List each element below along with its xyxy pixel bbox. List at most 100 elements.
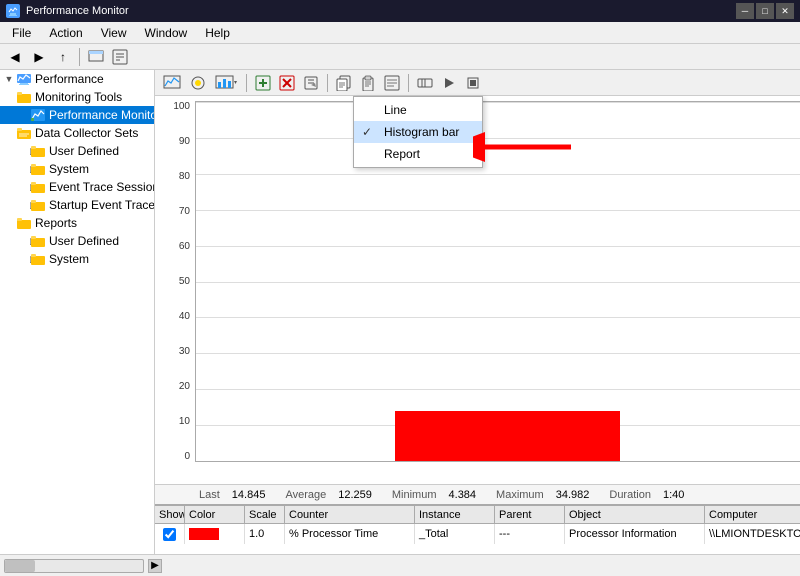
- toolbar-back[interactable]: ◀: [4, 46, 26, 68]
- row-computer: \\LMIONTDESKTOP: [705, 524, 800, 544]
- sidebar-label-monitoring: Monitoring Tools: [35, 90, 122, 104]
- chart-type-button[interactable]: [211, 72, 241, 94]
- menu-help[interactable]: Help: [197, 23, 238, 43]
- header-parent: Parent: [495, 506, 565, 523]
- toolbar-forward[interactable]: ▶: [28, 46, 50, 68]
- dropdown-report[interactable]: Report: [354, 143, 482, 165]
- expand-icon4: ▼: [2, 128, 16, 138]
- y-label-20: 20: [155, 381, 190, 392]
- avg-value: 12.259: [338, 489, 372, 501]
- delete-counter-button[interactable]: [276, 72, 298, 94]
- sidebar-item-userdefined[interactable]: ▷ User Defined: [0, 142, 154, 160]
- toolbar-properties[interactable]: [109, 46, 131, 68]
- startupevent-icon: [30, 197, 46, 213]
- paste-button[interactable]: [357, 72, 379, 94]
- sidebar-item-perfmon[interactable]: Performance Monitor: [0, 106, 154, 124]
- sidebar-item-eventtrace[interactable]: ▷ Event Trace Sessions: [0, 178, 154, 196]
- reports-system-icon: [30, 251, 46, 267]
- status-bar: ▶: [0, 554, 800, 576]
- y-label-80: 80: [155, 171, 190, 182]
- expand-icon2: ▼: [2, 92, 16, 102]
- chart-box[interactable]: [195, 101, 800, 462]
- grid-lines: [196, 102, 800, 461]
- y-label-60: 60: [155, 241, 190, 252]
- sidebar-label-reports: Reports: [35, 216, 77, 230]
- toolbar-up[interactable]: ↑: [52, 46, 74, 68]
- freeze-button[interactable]: [414, 72, 436, 94]
- header-show: Show: [155, 506, 185, 523]
- show-checkbox[interactable]: [163, 528, 176, 541]
- dropdown-line[interactable]: Line: [354, 99, 482, 121]
- datacollector-icon: [16, 125, 32, 141]
- row-parent: ---: [495, 524, 565, 544]
- menu-window[interactable]: Window: [137, 23, 196, 43]
- expand-icon5: ▷: [2, 146, 30, 157]
- color-swatch: [189, 528, 219, 540]
- add-counter-button[interactable]: [252, 72, 274, 94]
- minimize-button[interactable]: ─: [736, 3, 754, 19]
- menu-bar: File Action View Window Help: [0, 22, 800, 44]
- menu-file[interactable]: File: [4, 23, 39, 43]
- expand-icon10: ▷: [2, 236, 30, 247]
- properties-button[interactable]: [300, 72, 322, 94]
- sidebar-label-eventtrace: Event Trace Sessions: [49, 180, 155, 194]
- sidebar-item-startupevent[interactable]: ▷ Startup Event Trace Sess: [0, 196, 154, 214]
- sidebar-item-reports[interactable]: ▼ Reports: [0, 214, 154, 232]
- main-layout: ▼ Performance ▼ Monitoring: [0, 70, 800, 554]
- highlight-button[interactable]: [187, 72, 209, 94]
- toolbar-sep1: [79, 48, 80, 66]
- sidebar-toggle[interactable]: ▶: [148, 559, 162, 573]
- dropdown-histogram[interactable]: Histogram bar: [354, 121, 482, 143]
- system-icon: [30, 161, 46, 177]
- y-label-90: 90: [155, 136, 190, 147]
- sidebar-item-reports-system[interactable]: ▷ System: [0, 250, 154, 268]
- sidebar-item-system[interactable]: ▷ System: [0, 160, 154, 178]
- close-button[interactable]: ✕: [776, 3, 794, 19]
- menu-view[interactable]: View: [93, 23, 135, 43]
- toolbar-show-hide[interactable]: [85, 46, 107, 68]
- max-value: 34.982: [556, 489, 590, 501]
- sidebar-label-system: System: [49, 162, 89, 176]
- stop-button[interactable]: [462, 72, 484, 94]
- status-text: [792, 558, 796, 574]
- inner-sep3: [408, 74, 409, 92]
- y-axis-labels: 100 90 80 70 60 50 40 30 20 10 0: [155, 101, 193, 462]
- sidebar-item-reports-user[interactable]: ▷ User Defined: [0, 232, 154, 250]
- stats-bar: Last 14.845 Average 12.259 Minimum 4.384…: [155, 484, 800, 504]
- play-button[interactable]: [438, 72, 460, 94]
- sidebar-item-monitoring-tools[interactable]: ▼ Monitoring Tools: [0, 88, 154, 106]
- chart-type-dropdown: Line Histogram bar Report: [353, 96, 483, 168]
- reports-user-icon: [30, 233, 46, 249]
- y-label-100: 100: [155, 101, 190, 112]
- copy-button[interactable]: [333, 72, 355, 94]
- report-view-button[interactable]: [381, 72, 403, 94]
- sidebar-label-perfmon: Performance Monitor: [49, 108, 155, 122]
- min-value: 4.384: [449, 489, 477, 501]
- sidebar: ▼ Performance ▼ Monitoring: [0, 70, 155, 554]
- header-color: Color: [185, 506, 245, 523]
- counter-row[interactable]: 1.0 % Processor Time _Total --- Processo…: [155, 524, 800, 544]
- max-label: Maximum: [496, 489, 544, 501]
- scrollbar-h[interactable]: [4, 559, 144, 573]
- perfmon-icon: [30, 107, 46, 123]
- scroll-thumb: [5, 560, 35, 572]
- header-counter: Counter: [285, 506, 415, 523]
- sidebar-item-datacollector[interactable]: ▼ Data Collector Sets: [0, 124, 154, 142]
- sidebar-item-performance[interactable]: ▼ Performance: [0, 70, 154, 88]
- duration-label: Duration: [609, 489, 651, 501]
- sidebar-label-startupevent: Startup Event Trace Sess: [49, 198, 155, 212]
- view-button[interactable]: [159, 72, 185, 94]
- inner-toolbar: [155, 70, 800, 96]
- counter-header: Show Color Scale Counter Instance Parent…: [155, 506, 800, 524]
- row-show[interactable]: [155, 524, 185, 544]
- inner-sep2: [327, 74, 328, 92]
- expand-icon7: ▷: [2, 182, 30, 193]
- header-computer: Computer: [705, 506, 800, 523]
- performance-icon: [16, 71, 32, 87]
- maximize-button[interactable]: □: [756, 3, 774, 19]
- sidebar-label-datacollector: Data Collector Sets: [35, 126, 138, 140]
- expand-icon: ▼: [2, 74, 16, 84]
- inner-sep1: [246, 74, 247, 92]
- menu-action[interactable]: Action: [41, 23, 90, 43]
- row-object: Processor Information: [565, 524, 705, 544]
